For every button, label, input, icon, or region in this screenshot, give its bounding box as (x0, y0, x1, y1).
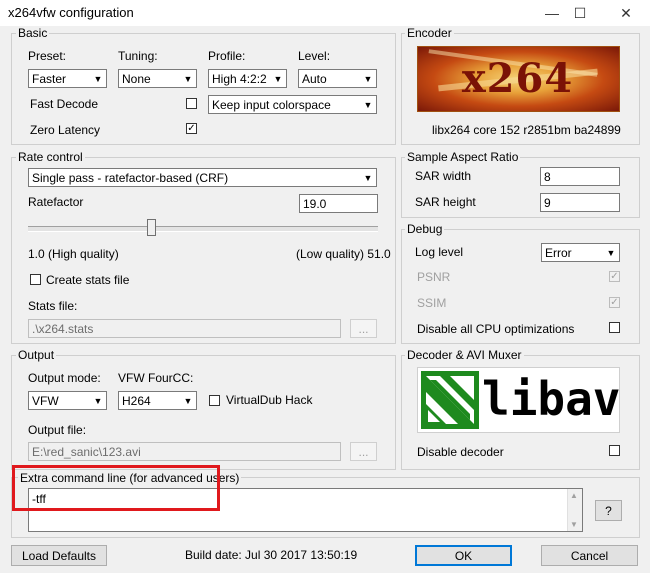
level-select[interactable]: Auto ▼ (298, 69, 377, 88)
chevron-down-icon: ▼ (93, 73, 103, 84)
ok-button[interactable]: OK (415, 545, 512, 566)
check-icon: ✓ (610, 296, 619, 308)
stats-file-label: Stats file: (28, 299, 78, 313)
scroll-down-icon: ▼ (570, 520, 578, 529)
chevron-down-icon: ▼ (183, 73, 193, 84)
chevron-down-icon: ▼ (363, 99, 373, 110)
fast-decode-checkbox[interactable] (186, 98, 197, 109)
window-title: x264vfw configuration (8, 5, 134, 20)
chevron-down-icon: ▼ (606, 247, 616, 258)
output-mode-label: Output mode: (28, 371, 101, 385)
zero-latency-checkbox[interactable]: ✓ (186, 123, 197, 134)
psnr-label: PSNR (417, 270, 451, 284)
output-mode-select[interactable]: VFW ▼ (28, 391, 107, 410)
chevron-down-icon: ▼ (183, 395, 193, 406)
log-level-label: Log level (415, 245, 464, 259)
psnr-checkbox[interactable]: ✓ (609, 271, 620, 282)
close-button[interactable]: ✕ (606, 0, 646, 26)
output-file-input[interactable]: E:\red_sanic\123.avi (28, 442, 341, 461)
ratefactor-label: Ratefactor (28, 195, 84, 209)
sar-group-label: Sample Aspect Ratio (405, 150, 521, 164)
ssim-label: SSIM (417, 296, 447, 310)
extra-cmd-scrollbar[interactable]: ▲ ▼ (567, 489, 582, 531)
chevron-down-icon: ▼ (93, 395, 103, 406)
libav-logo: libav (417, 367, 620, 433)
stats-browse-button[interactable]: ... (350, 319, 377, 338)
check-icon: ✓ (187, 122, 196, 134)
check-icon: ✓ (610, 270, 619, 282)
scroll-up-icon: ▲ (570, 491, 578, 500)
chevron-down-icon: ▼ (363, 172, 373, 183)
ratefactor-slider-thumb[interactable] (146, 219, 156, 236)
tuning-select[interactable]: None ▼ (118, 69, 197, 88)
create-stats-checkbox[interactable] (30, 274, 41, 285)
sar-height-input[interactable]: 9 (540, 193, 620, 212)
preset-select[interactable]: Faster ▼ (28, 69, 107, 88)
tuning-label: Tuning: (118, 49, 158, 63)
fourcc-select[interactable]: H264 ▼ (118, 391, 197, 410)
libav-logo-text: libav (482, 372, 621, 426)
load-defaults-button[interactable]: Load Defaults (11, 545, 107, 566)
cpu-opt-checkbox[interactable] (609, 322, 620, 333)
stats-file-input[interactable]: .\x264.stats (28, 319, 341, 338)
chevron-down-icon: ▼ (363, 73, 373, 84)
vdub-hack-label: VirtualDub Hack (226, 393, 313, 407)
output-group-label: Output (16, 348, 57, 362)
rate-control-group-label: Rate control (16, 150, 85, 164)
debug-group-label: Debug (405, 222, 445, 236)
vdub-hack-checkbox[interactable] (209, 395, 220, 406)
slider-max-label: (Low quality) 51.0 (296, 247, 391, 261)
sar-width-input[interactable]: 8 (540, 167, 620, 186)
x264-logo-text: x264 (461, 54, 574, 102)
libav-mark-icon (421, 371, 479, 429)
ratefactor-slider-track[interactable] (28, 226, 378, 232)
disable-decoder-label: Disable decoder (417, 445, 504, 459)
colorspace-select[interactable]: Keep input colorspace ▼ (208, 95, 377, 114)
decoder-group-label: Decoder & AVI Muxer (405, 348, 524, 362)
cancel-button[interactable]: Cancel (541, 545, 638, 566)
preset-label: Preset: (28, 49, 67, 63)
build-date: Build date: Jul 30 2017 13:50:19 (185, 548, 358, 562)
x264-logo: x264 (417, 46, 620, 112)
basic-group-label: Basic (16, 26, 50, 40)
log-level-select[interactable]: Error ▼ (541, 243, 620, 262)
help-button[interactable]: ? (595, 500, 622, 521)
encoder-group-label: Encoder (405, 26, 454, 40)
level-label: Level: (298, 49, 331, 63)
profile-label: Profile: (208, 49, 246, 63)
profile-select[interactable]: High 4:2:2 ▼ (208, 69, 287, 88)
fourcc-label: VFW FourCC: (118, 371, 194, 385)
rate-control-mode-select[interactable]: Single pass - ratefactor-based (CRF) ▼ (28, 168, 377, 187)
sar-height-label: SAR height (415, 195, 476, 209)
slider-min-label: 1.0 (High quality) (28, 247, 119, 261)
ratefactor-input[interactable]: 19.0 (299, 194, 378, 213)
output-file-label: Output file: (28, 423, 87, 437)
maximize-button[interactable]: ☐ (560, 0, 600, 26)
zero-latency-label: Zero Latency (30, 123, 101, 137)
cpu-opt-label: Disable all CPU optimizations (417, 322, 575, 336)
highlight-box (12, 465, 220, 511)
encoder-version: libx264 core 152 r2851bm ba24899 (432, 123, 621, 137)
sar-width-label: SAR width (415, 169, 472, 183)
disable-decoder-checkbox[interactable] (609, 445, 620, 456)
fast-decode-label: Fast Decode (30, 97, 99, 111)
create-stats-label: Create stats file (46, 273, 130, 287)
output-browse-button[interactable]: ... (350, 442, 377, 461)
ssim-checkbox[interactable]: ✓ (609, 297, 620, 308)
chevron-down-icon: ▼ (273, 73, 283, 84)
